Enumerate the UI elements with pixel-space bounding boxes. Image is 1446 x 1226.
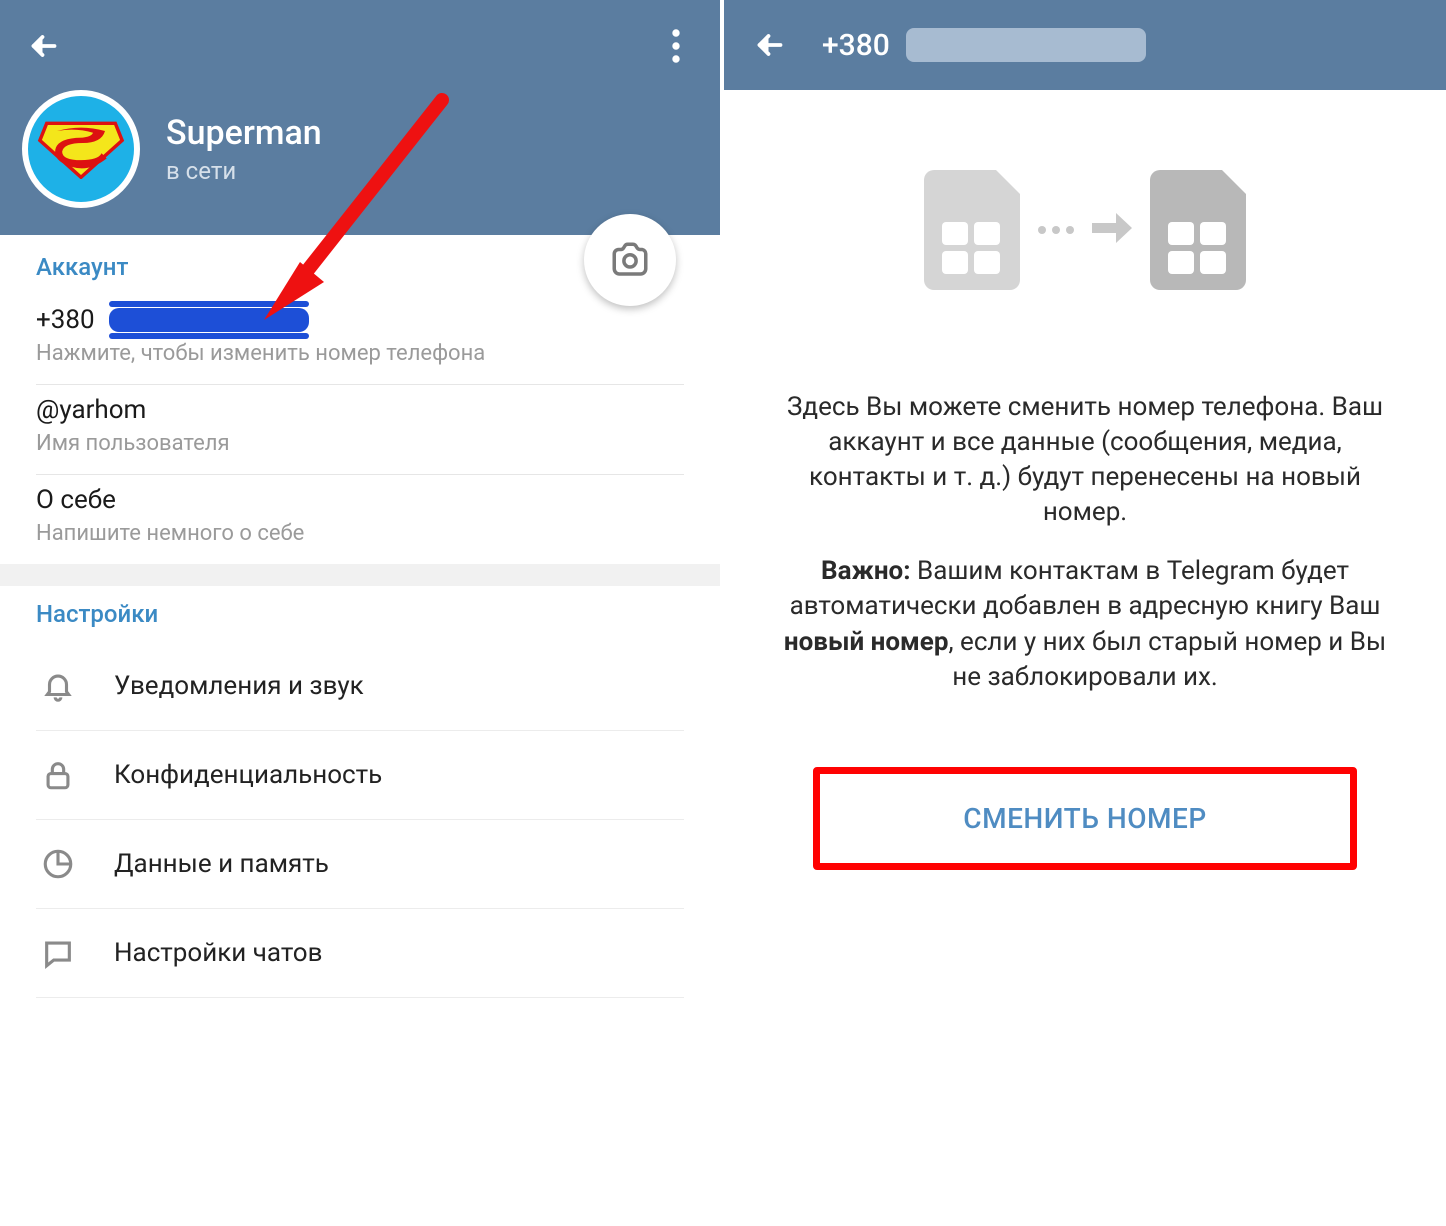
title-prefix: +380	[822, 28, 890, 63]
explain-p2b: , если у них был старый номер и Вы не за…	[948, 627, 1386, 692]
settings-section-title: Настройки	[36, 600, 684, 628]
explain-paragraph-2: Важно: Вашим контактам в Telegram будет …	[774, 554, 1396, 694]
important-label: Важно:	[821, 556, 911, 586]
change-number-button-label: СМЕНИТЬ НОМЕР	[820, 802, 1350, 835]
settings-item-label: Конфиденциальность	[114, 760, 382, 790]
phone-hint: Нажмите, чтобы изменить номер телефона	[36, 341, 684, 366]
settings-item-chat[interactable]: Настройки чатов	[36, 909, 684, 998]
new-sim-icon	[1150, 170, 1246, 290]
username-row[interactable]: @yarhom Имя пользователя	[36, 385, 684, 475]
phone-prefix: +380	[36, 305, 95, 335]
bell-icon	[41, 669, 75, 703]
settings-item-label: Данные и память	[114, 849, 329, 879]
change-number-button[interactable]: СМЕНИТЬ НОМЕР	[813, 767, 1357, 870]
settings-section: Настройки Уведомления и звук Конфиденциа…	[0, 586, 720, 998]
settings-item-privacy[interactable]: Конфиденциальность	[36, 731, 684, 820]
explanation-text: Здесь Вы можете сменить номер телефона. …	[774, 390, 1396, 695]
header: +380	[724, 0, 1446, 90]
more-vertical-icon	[672, 29, 680, 63]
more-button[interactable]	[654, 24, 698, 68]
back-arrow-icon	[752, 27, 788, 63]
avatar[interactable]	[22, 90, 140, 208]
settings-item-label: Настройки чатов	[114, 938, 323, 968]
back-button[interactable]	[22, 24, 66, 68]
dots-icon	[1038, 226, 1074, 234]
phone-redacted	[109, 308, 309, 332]
settings-screen: Superman в сети Аккаунт +380 Нажмите, чт…	[0, 0, 724, 1226]
section-divider	[0, 564, 720, 586]
settings-item-data[interactable]: Данные и память	[36, 820, 684, 909]
explain-paragraph-1: Здесь Вы можете сменить номер телефона. …	[774, 390, 1396, 530]
phone-row[interactable]: +380 Нажмите, чтобы изменить номер телеф…	[36, 295, 684, 385]
settings-item-label: Уведомления и звук	[114, 671, 364, 701]
camera-icon	[609, 239, 651, 281]
username-hint: Имя пользователя	[36, 431, 684, 456]
profile-name: Superman	[166, 113, 322, 153]
change-number-screen: +380 Здесь Вы можете сменить номер телеф…	[724, 0, 1446, 1226]
lock-icon	[41, 758, 75, 792]
pie-icon	[41, 847, 75, 881]
bio-hint: Напишите немного о себе	[36, 521, 684, 546]
sim-illustration	[774, 170, 1396, 290]
settings-item-notifications[interactable]: Уведомления и звук	[36, 642, 684, 731]
profile-header: Superman в сети	[0, 0, 720, 235]
profile-status: в сети	[166, 157, 322, 185]
new-number-bold: новый номер	[784, 627, 949, 657]
superman-logo-icon	[37, 119, 125, 179]
back-button[interactable]	[748, 23, 792, 67]
username-value: @yarhom	[36, 395, 684, 425]
old-sim-icon	[924, 170, 1020, 290]
bio-row[interactable]: О себе Напишите немного о себе	[36, 475, 684, 564]
change-photo-button[interactable]	[584, 214, 676, 306]
back-arrow-icon	[26, 28, 62, 64]
bio-label: О себе	[36, 485, 684, 515]
arrow-right-icon	[1092, 211, 1132, 249]
title-phone-redacted	[906, 28, 1146, 62]
chat-icon	[41, 936, 75, 970]
